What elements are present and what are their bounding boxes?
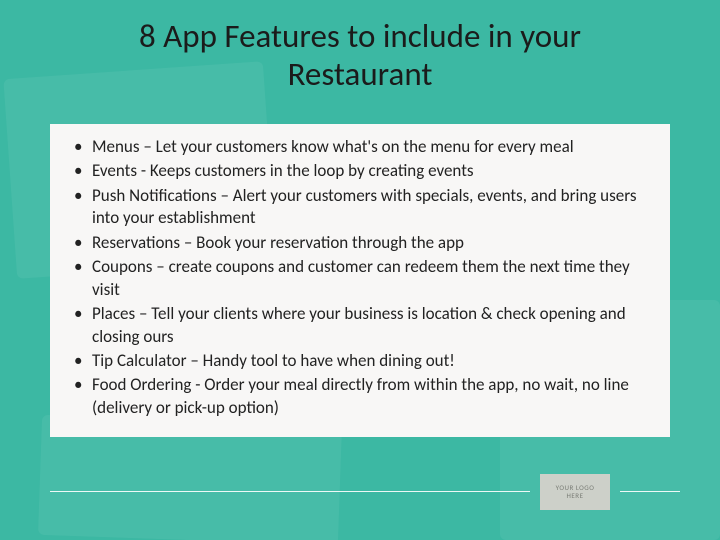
list-item-text: Push Notifications – Alert your customer… bbox=[92, 185, 637, 228]
list-item-text: Coupons – create coupons and customer ca… bbox=[92, 256, 630, 299]
badge-line-2: HERE bbox=[567, 492, 584, 500]
list-item: Reservations – Book your reservation thr… bbox=[88, 232, 652, 254]
list-item-text: Events - Keeps customers in the loop by … bbox=[92, 160, 474, 181]
title-line-2: Restaurant bbox=[288, 54, 433, 94]
list-item: Events - Keeps customers in the loop by … bbox=[88, 160, 652, 182]
list-item-text: Food Ordering - Order your meal directly… bbox=[92, 374, 629, 417]
list-item: Coupons – create coupons and customer ca… bbox=[88, 256, 652, 301]
footer-divider-left bbox=[50, 491, 530, 492]
slide-title: 8 App Features to include in your Restau… bbox=[0, 0, 720, 94]
slide: 8 App Features to include in your Restau… bbox=[0, 0, 720, 540]
title-line-1: 8 App Features to include in your bbox=[139, 16, 581, 56]
list-item: Places – Tell your clients where your bu… bbox=[88, 303, 652, 348]
list-item: Menus – Let your customers know what's o… bbox=[88, 136, 652, 158]
list-item-text: Places – Tell your clients where your bu… bbox=[92, 303, 626, 346]
logo-placeholder-badge: YOUR LOGO HERE bbox=[540, 474, 610, 510]
content-panel: Menus – Let your customers know what's o… bbox=[50, 124, 670, 437]
list-item: Push Notifications – Alert your customer… bbox=[88, 185, 652, 230]
feature-list: Menus – Let your customers know what's o… bbox=[68, 136, 652, 419]
footer-divider-right bbox=[620, 491, 680, 492]
list-item-text: Menus – Let your customers know what's o… bbox=[92, 136, 574, 157]
list-item-text: Tip Calculator – Handy tool to have when… bbox=[92, 350, 455, 371]
list-item-text: Reservations – Book your reservation thr… bbox=[92, 232, 464, 253]
list-item: Food Ordering - Order your meal directly… bbox=[88, 374, 652, 419]
list-item: Tip Calculator – Handy tool to have when… bbox=[88, 350, 652, 372]
